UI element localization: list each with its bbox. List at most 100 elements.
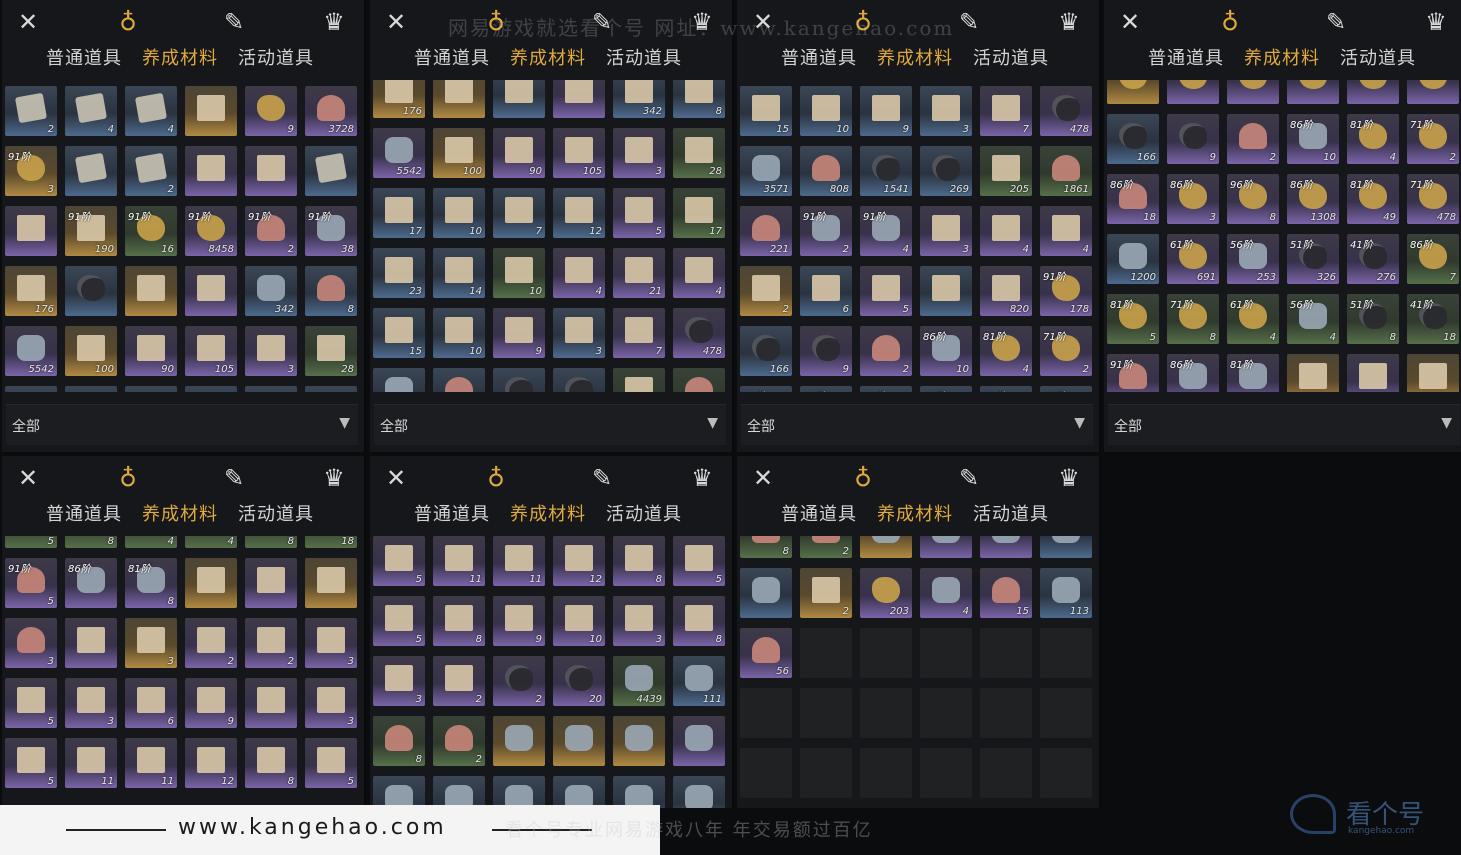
- item-slot[interactable]: 5542: [5, 326, 57, 376]
- item-slot[interactable]: 3571: [373, 368, 425, 392]
- crossed-swords-icon[interactable]: ✕: [749, 464, 777, 492]
- item-slot[interactable]: 86阶 3: [1167, 174, 1219, 224]
- tab-growth-materials[interactable]: 养成材料: [510, 44, 586, 70]
- crossed-swords-icon[interactable]: ✕: [382, 464, 410, 492]
- item-slot[interactable]: [1227, 80, 1279, 104]
- item-slot[interactable]: 91阶 8458: [185, 206, 237, 256]
- item-slot[interactable]: 91阶5: [1107, 354, 1159, 392]
- item-slot[interactable]: 86阶: [800, 386, 852, 392]
- tab-growth-materials[interactable]: 养成材料: [1244, 44, 1320, 70]
- item-slot[interactable]: [1347, 80, 1399, 104]
- item-slot[interactable]: [65, 146, 117, 196]
- item-slot[interactable]: 2: [125, 146, 177, 196]
- item-slot[interactable]: [433, 776, 485, 808]
- item-slot[interactable]: 86阶: [740, 386, 792, 392]
- item-slot[interactable]: 6: [800, 266, 852, 316]
- item-slot[interactable]: 8: [65, 536, 117, 548]
- empty-slot[interactable]: [740, 748, 792, 798]
- item-slot[interactable]: 21: [613, 248, 665, 298]
- item-slot[interactable]: 9: [493, 596, 545, 646]
- item-slot[interactable]: 28: [305, 326, 357, 376]
- pouch-icon[interactable]: ♁: [114, 8, 142, 36]
- item-slot[interactable]: 11: [125, 738, 177, 788]
- scroll-icon[interactable]: ✎: [955, 464, 983, 492]
- item-slot[interactable]: 808: [800, 146, 852, 196]
- item-slot[interactable]: 5: [860, 266, 912, 316]
- item-slot[interactable]: 51阶 8: [1347, 294, 1399, 344]
- item-slot[interactable]: 9: [860, 86, 912, 136]
- item-slot[interactable]: 71阶 478: [1407, 174, 1459, 224]
- item-slot[interactable]: 5: [5, 738, 57, 788]
- item-slot[interactable]: [613, 716, 665, 766]
- tab-growth-materials[interactable]: 养成材料: [877, 500, 953, 526]
- item-slot[interactable]: 3728: [305, 86, 357, 136]
- item-slot[interactable]: 3: [613, 596, 665, 646]
- item-slot[interactable]: 1541: [860, 146, 912, 196]
- item-slot[interactable]: 205: [980, 146, 1032, 196]
- item-slot[interactable]: [5, 386, 57, 392]
- item-slot[interactable]: 71阶 2: [1040, 326, 1092, 376]
- item-slot[interactable]: 81阶: [980, 386, 1032, 392]
- item-slot[interactable]: 8: [373, 716, 425, 766]
- item-slot[interactable]: 5: [5, 536, 57, 548]
- tab-event-items[interactable]: 活动道具: [606, 500, 682, 526]
- item-slot[interactable]: 4: [980, 206, 1032, 256]
- tab-common-items[interactable]: 普通道具: [414, 500, 490, 526]
- item-slot[interactable]: 478: [673, 308, 725, 358]
- item-slot[interactable]: 105: [185, 326, 237, 376]
- item-slot[interactable]: [373, 776, 425, 808]
- tab-event-items[interactable]: 活动道具: [606, 44, 682, 70]
- item-slot[interactable]: 100: [65, 326, 117, 376]
- item-slot[interactable]: [553, 776, 605, 808]
- item-slot[interactable]: 18: [305, 536, 357, 548]
- tab-event-items[interactable]: 活动道具: [238, 500, 314, 526]
- item-slot[interactable]: 5: [373, 536, 425, 586]
- item-slot[interactable]: 10: [433, 188, 485, 238]
- item-slot[interactable]: 111: [673, 656, 725, 706]
- item-slot[interactable]: 9: [245, 86, 297, 136]
- item-slot[interactable]: [673, 716, 725, 766]
- item-slot[interactable]: [245, 146, 297, 196]
- filter-dropdown[interactable]: 全部 ▼: [741, 404, 1093, 445]
- item-slot[interactable]: 14: [433, 248, 485, 298]
- pouch-icon[interactable]: ♁: [1216, 8, 1244, 36]
- item-slot[interactable]: 12: [553, 536, 605, 586]
- item-slot[interactable]: 2: [860, 326, 912, 376]
- token-icon[interactable]: ♛: [320, 464, 348, 492]
- scroll-icon[interactable]: ✎: [955, 8, 983, 36]
- crossed-swords-icon[interactable]: ✕: [1116, 8, 1144, 36]
- item-slot[interactable]: [65, 618, 117, 668]
- item-slot[interactable]: 41阶 18: [1407, 294, 1459, 344]
- item-slot[interactable]: 8: [245, 536, 297, 548]
- item-slot[interactable]: 10: [800, 86, 852, 136]
- item-slot[interactable]: [613, 776, 665, 808]
- item-slot[interactable]: 8: [245, 738, 297, 788]
- item-slot[interactable]: 91阶 4: [860, 206, 912, 256]
- tab-growth-materials[interactable]: 养成材料: [142, 44, 218, 70]
- item-slot[interactable]: 56: [740, 628, 792, 678]
- scroll-icon[interactable]: ✎: [588, 464, 616, 492]
- item-slot[interactable]: 808: [433, 368, 485, 392]
- item-slot[interactable]: 5: [5, 678, 57, 728]
- item-slot[interactable]: 96阶 8: [1227, 174, 1279, 224]
- item-slot[interactable]: [5, 206, 57, 256]
- item-slot[interactable]: 28: [673, 128, 725, 178]
- item-slot[interactable]: 81阶 49: [1347, 174, 1399, 224]
- item-slot[interactable]: 7: [493, 188, 545, 238]
- empty-slot[interactable]: [800, 628, 852, 678]
- item-slot[interactable]: [493, 716, 545, 766]
- item-slot[interactable]: 4439: [613, 656, 665, 706]
- item-slot[interactable]: 342: [245, 266, 297, 316]
- item-slot[interactable]: 269: [920, 146, 972, 196]
- item-slot[interactable]: 3: [373, 656, 425, 706]
- item-slot[interactable]: 9: [1167, 114, 1219, 164]
- item-slot[interactable]: 2: [1227, 114, 1279, 164]
- item-slot[interactable]: 2: [185, 618, 237, 668]
- item-slot[interactable]: 4: [65, 86, 117, 136]
- item-slot[interactable]: [1287, 80, 1339, 104]
- item-slot[interactable]: [980, 536, 1032, 558]
- item-slot[interactable]: 23: [373, 248, 425, 298]
- item-slot[interactable]: 2: [800, 536, 852, 558]
- item-slot[interactable]: 4: [553, 248, 605, 298]
- item-slot[interactable]: 4: [185, 536, 237, 548]
